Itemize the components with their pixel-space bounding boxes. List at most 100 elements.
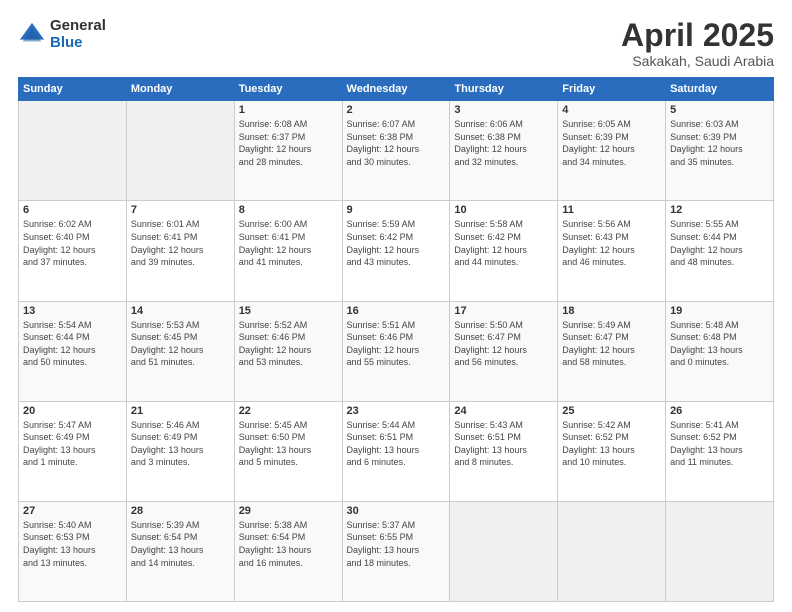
calendar-cell: 29 Sunrise: 5:38 AM Sunset: 6:54 PM Dayli… [234,501,342,601]
day-number: 11 [562,204,661,216]
day-info: Sunrise: 6:00 AM Sunset: 6:41 PM Dayligh… [239,218,338,268]
day-number: 30 [347,505,446,517]
calendar-cell: 7 Sunrise: 6:01 AM Sunset: 6:41 PM Daylig… [126,201,234,301]
calendar-cell [450,501,558,601]
day-info: Sunrise: 5:52 AM Sunset: 6:46 PM Dayligh… [239,319,338,369]
day-info: Sunrise: 5:58 AM Sunset: 6:42 PM Dayligh… [454,218,553,268]
calendar-cell [19,101,127,201]
day-info: Sunrise: 6:05 AM Sunset: 6:39 PM Dayligh… [562,118,661,168]
main-title: April 2025 [621,18,774,53]
day-number: 4 [562,104,661,116]
day-info: Sunrise: 5:38 AM Sunset: 6:54 PM Dayligh… [239,519,338,569]
day-number: 23 [347,405,446,417]
day-info: Sunrise: 5:59 AM Sunset: 6:42 PM Dayligh… [347,218,446,268]
day-number: 20 [23,405,122,417]
calendar-header-sunday: Sunday [19,78,127,101]
calendar-header-saturday: Saturday [666,78,774,101]
day-info: Sunrise: 5:48 AM Sunset: 6:48 PM Dayligh… [670,319,769,369]
day-info: Sunrise: 5:56 AM Sunset: 6:43 PM Dayligh… [562,218,661,268]
day-info: Sunrise: 5:54 AM Sunset: 6:44 PM Dayligh… [23,319,122,369]
calendar-week-row: 13 Sunrise: 5:54 AM Sunset: 6:44 PM Dayli… [19,301,774,401]
calendar-cell: 22 Sunrise: 5:45 AM Sunset: 6:50 PM Dayli… [234,401,342,501]
day-number: 2 [347,104,446,116]
page: General Blue April 2025 Sakakah, Saudi A… [0,0,792,612]
calendar-cell: 5 Sunrise: 6:03 AM Sunset: 6:39 PM Daylig… [666,101,774,201]
calendar-week-row: 1Sunrise: 6:08 AM Sunset: 6:37 PM Daylig… [19,101,774,201]
day-number: 18 [562,305,661,317]
day-info: Sunrise: 5:47 AM Sunset: 6:49 PM Dayligh… [23,419,122,469]
logo-text: General Blue [50,18,106,51]
calendar-cell: 27 Sunrise: 5:40 AM Sunset: 6:53 PM Dayli… [19,501,127,601]
day-info: Sunrise: 5:39 AM Sunset: 6:54 PM Dayligh… [131,519,230,569]
title-block: April 2025 Sakakah, Saudi Arabia [621,18,774,69]
calendar-cell: 18 Sunrise: 5:49 AM Sunset: 6:47 PM Dayli… [558,301,666,401]
calendar-week-row: 6 Sunrise: 6:02 AM Sunset: 6:40 PM Daylig… [19,201,774,301]
day-number: 19 [670,305,769,317]
day-number: 15 [239,305,338,317]
calendar-cell: 15 Sunrise: 5:52 AM Sunset: 6:46 PM Dayli… [234,301,342,401]
day-info: Sunrise: 6:08 AM Sunset: 6:37 PM Dayligh… [239,118,338,168]
day-info: Sunrise: 5:45 AM Sunset: 6:50 PM Dayligh… [239,419,338,469]
day-info: Sunrise: 5:46 AM Sunset: 6:49 PM Dayligh… [131,419,230,469]
calendar-cell: 24Sunrise: 5:43 AM Sunset: 6:51 PM Dayli… [450,401,558,501]
calendar-cell: 11 Sunrise: 5:56 AM Sunset: 6:43 PM Dayli… [558,201,666,301]
day-number: 7 [131,204,230,216]
calendar-cell: 12Sunrise: 5:55 AM Sunset: 6:44 PM Dayli… [666,201,774,301]
day-number: 27 [23,505,122,517]
day-info: Sunrise: 5:43 AM Sunset: 6:51 PM Dayligh… [454,419,553,469]
day-number: 14 [131,305,230,317]
calendar-week-row: 20 Sunrise: 5:47 AM Sunset: 6:49 PM Dayli… [19,401,774,501]
day-number: 22 [239,405,338,417]
day-number: 29 [239,505,338,517]
day-number: 21 [131,405,230,417]
day-info: Sunrise: 5:50 AM Sunset: 6:47 PM Dayligh… [454,319,553,369]
day-number: 28 [131,505,230,517]
calendar-cell: 8 Sunrise: 6:00 AM Sunset: 6:41 PM Daylig… [234,201,342,301]
logo-icon [18,21,46,49]
day-number: 13 [23,305,122,317]
calendar-cell: 6 Sunrise: 6:02 AM Sunset: 6:40 PM Daylig… [19,201,127,301]
day-info: Sunrise: 5:53 AM Sunset: 6:45 PM Dayligh… [131,319,230,369]
logo: General Blue [18,18,106,51]
day-info: Sunrise: 6:02 AM Sunset: 6:40 PM Dayligh… [23,218,122,268]
calendar-header-thursday: Thursday [450,78,558,101]
day-number: 3 [454,104,553,116]
day-info: Sunrise: 5:55 AM Sunset: 6:44 PM Dayligh… [670,218,769,268]
calendar-cell: 1Sunrise: 6:08 AM Sunset: 6:37 PM Daylig… [234,101,342,201]
day-number: 25 [562,405,661,417]
day-info: Sunrise: 6:06 AM Sunset: 6:38 PM Dayligh… [454,118,553,168]
calendar-cell: 10Sunrise: 5:58 AM Sunset: 6:42 PM Dayli… [450,201,558,301]
calendar-cell: 26Sunrise: 5:41 AM Sunset: 6:52 PM Dayli… [666,401,774,501]
day-number: 9 [347,204,446,216]
day-info: Sunrise: 5:37 AM Sunset: 6:55 PM Dayligh… [347,519,446,569]
day-number: 16 [347,305,446,317]
calendar-cell: 20 Sunrise: 5:47 AM Sunset: 6:49 PM Dayli… [19,401,127,501]
calendar-cell [126,101,234,201]
calendar-cell [666,501,774,601]
day-number: 8 [239,204,338,216]
calendar-cell: 3 Sunrise: 6:06 AM Sunset: 6:38 PM Daylig… [450,101,558,201]
day-info: Sunrise: 5:40 AM Sunset: 6:53 PM Dayligh… [23,519,122,569]
calendar-cell: 19 Sunrise: 5:48 AM Sunset: 6:48 PM Dayli… [666,301,774,401]
logo-general: General [50,18,106,35]
calendar-cell: 21 Sunrise: 5:46 AM Sunset: 6:49 PM Dayli… [126,401,234,501]
calendar-header-friday: Friday [558,78,666,101]
day-number: 5 [670,104,769,116]
day-info: Sunrise: 5:42 AM Sunset: 6:52 PM Dayligh… [562,419,661,469]
calendar-cell: 4 Sunrise: 6:05 AM Sunset: 6:39 PM Daylig… [558,101,666,201]
day-number: 6 [23,204,122,216]
day-info: Sunrise: 5:49 AM Sunset: 6:47 PM Dayligh… [562,319,661,369]
day-info: Sunrise: 6:01 AM Sunset: 6:41 PM Dayligh… [131,218,230,268]
day-info: Sunrise: 5:41 AM Sunset: 6:52 PM Dayligh… [670,419,769,469]
calendar-cell: 17Sunrise: 5:50 AM Sunset: 6:47 PM Dayli… [450,301,558,401]
calendar-cell: 9 Sunrise: 5:59 AM Sunset: 6:42 PM Daylig… [342,201,450,301]
calendar-week-row: 27 Sunrise: 5:40 AM Sunset: 6:53 PM Dayli… [19,501,774,601]
calendar-cell: 14 Sunrise: 5:53 AM Sunset: 6:45 PM Dayli… [126,301,234,401]
day-info: Sunrise: 6:03 AM Sunset: 6:39 PM Dayligh… [670,118,769,168]
calendar-table: SundayMondayTuesdayWednesdayThursdayFrid… [18,77,774,602]
calendar-header-monday: Monday [126,78,234,101]
calendar-cell: 30 Sunrise: 5:37 AM Sunset: 6:55 PM Dayli… [342,501,450,601]
subtitle: Sakakah, Saudi Arabia [621,53,774,69]
calendar-header-row: SundayMondayTuesdayWednesdayThursdayFrid… [19,78,774,101]
calendar-cell [558,501,666,601]
